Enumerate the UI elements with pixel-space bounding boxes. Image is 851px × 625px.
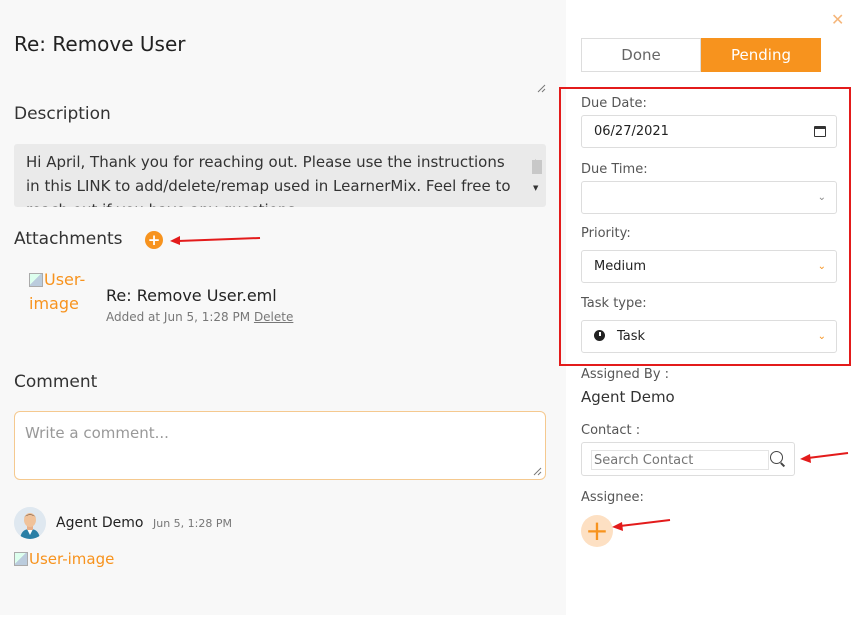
- assigned-by-name: Agent Demo: [581, 388, 675, 406]
- status-done-button[interactable]: Done: [581, 38, 701, 72]
- scroll-thumb[interactable]: [532, 160, 542, 174]
- chevron-down-icon: ⌄: [817, 261, 826, 272]
- delete-attachment-link[interactable]: Delete: [254, 310, 293, 324]
- resize-grip-icon[interactable]: [532, 466, 542, 476]
- comment-input[interactable]: Write a comment...: [14, 411, 546, 480]
- comment-image-alt-text: User-image: [29, 550, 115, 568]
- description-heading: Description: [14, 104, 111, 124]
- comment-user-image: User-image: [14, 550, 114, 568]
- attachment-user-image: User-image: [29, 268, 89, 316]
- avatar: [14, 507, 46, 539]
- broken-image-icon: [14, 552, 28, 566]
- status-pending-button[interactable]: Pending: [701, 38, 821, 72]
- add-attachment-plus-icon[interactable]: +: [145, 231, 163, 249]
- attachment-file-name[interactable]: Re: Remove User.eml: [106, 286, 277, 305]
- contact-search-box: [581, 442, 795, 476]
- contact-search-input[interactable]: [591, 450, 769, 470]
- assignee-label: Assignee:: [581, 490, 644, 505]
- close-icon[interactable]: ✕: [831, 10, 844, 29]
- comment-placeholder: Write a comment...: [25, 424, 169, 442]
- task-type-value: Task: [617, 329, 646, 344]
- annotation-arrow-icon: [800, 452, 849, 463]
- resize-grip-icon[interactable]: [536, 83, 546, 93]
- attachment-added-text: Added at Jun 5, 1:28 PM: [106, 310, 251, 324]
- description-textarea[interactable]: Hi April, Thank you for reaching out. Pl…: [14, 144, 546, 207]
- task-type-label: Task type:: [581, 296, 647, 311]
- chevron-down-icon: ⌄: [817, 331, 826, 342]
- task-properties-pane: ✕ Done Pending Due Date: 06/27/2021 Due …: [559, 0, 851, 625]
- due-date-label: Due Date:: [581, 96, 647, 111]
- scroll-down-icon[interactable]: ▼: [533, 176, 538, 200]
- due-date-input[interactable]: 06/27/2021: [581, 115, 837, 148]
- add-assignee-plus-icon[interactable]: +: [581, 515, 613, 547]
- task-detail-pane: Re: Remove User Description Hi April, Th…: [0, 0, 566, 615]
- description-text: Hi April, Thank you for reaching out. Pl…: [26, 153, 511, 207]
- annotation-arrow-icon: [612, 519, 671, 531]
- comment-author: Agent Demo: [56, 515, 144, 531]
- task-title[interactable]: Re: Remove User: [14, 32, 186, 56]
- description-scrollbar[interactable]: ▲ ▼: [531, 150, 543, 200]
- attachment-meta: Added at Jun 5, 1:28 PM Delete: [106, 310, 293, 324]
- contact-label: Contact :: [581, 423, 641, 438]
- priority-select[interactable]: Medium ⌄: [581, 250, 837, 283]
- clock-icon: [594, 330, 605, 341]
- priority-label: Priority:: [581, 226, 631, 241]
- calendar-icon[interactable]: [814, 126, 826, 137]
- due-time-select[interactable]: ⌄: [581, 181, 837, 214]
- annotation-arrow-icon: [170, 236, 261, 245]
- comment-heading: Comment: [14, 372, 98, 392]
- status-toggle: Done Pending: [581, 38, 821, 72]
- task-type-select[interactable]: Task ⌄: [581, 320, 837, 353]
- broken-image-icon: [29, 273, 43, 287]
- comment-time: Jun 5, 1:28 PM: [153, 517, 232, 530]
- assigned-by-label: Assigned By :: [581, 367, 670, 382]
- user-avatar-icon: [14, 507, 46, 539]
- chevron-down-icon: ⌄: [817, 192, 826, 203]
- due-time-label: Due Time:: [581, 162, 648, 177]
- priority-value: Medium: [594, 259, 646, 274]
- attachments-heading: Attachments: [14, 229, 123, 249]
- due-date-value: 06/27/2021: [594, 124, 669, 139]
- search-icon[interactable]: [770, 451, 783, 464]
